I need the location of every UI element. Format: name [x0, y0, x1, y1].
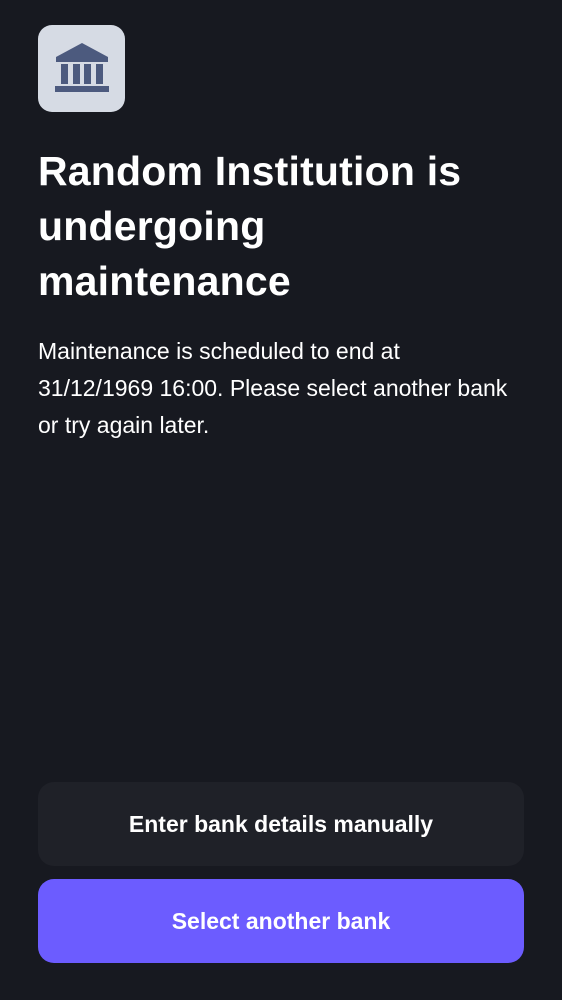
bank-logo — [38, 25, 125, 112]
maintenance-message: Maintenance is scheduled to end at 31/12… — [38, 338, 508, 438]
select-another-bank-button[interactable]: Select another bank — [38, 879, 524, 963]
page-title: Random Institution is undergoing mainten… — [38, 148, 462, 304]
enter-bank-details-manually-button[interactable]: Enter bank details manually — [38, 782, 524, 866]
bank-building-icon — [54, 42, 109, 92]
